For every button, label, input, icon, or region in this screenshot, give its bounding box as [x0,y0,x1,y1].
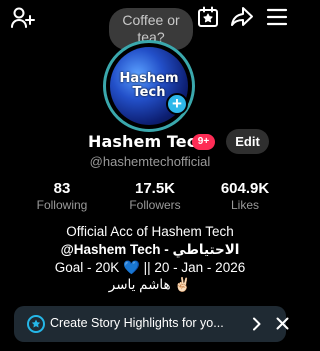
story-highlights-banner[interactable]: Create Story Highlights for yo... [14,306,289,342]
following-label: Following [36,198,88,212]
highlight-icon [27,315,45,333]
profile-handle: @hashemtechofficial [89,154,211,169]
followers-label: Followers [129,198,181,212]
menu-icon[interactable] [264,5,290,29]
share-icon[interactable] [229,5,255,29]
bio-line-1: Official Acc of Hashem Tech [66,224,234,239]
likes-count: 604.9K [220,180,270,197]
bio-goal-prefix: Goal - 20K [54,260,124,275]
add-avatar-plus-icon[interactable]: + [166,93,188,115]
bio-line-2: @Hashem Tech - الاحتياطي [60,242,240,257]
edit-profile-button[interactable]: Edit [226,129,269,154]
blue-heart-icon: 💙 [123,260,140,275]
stat-followers[interactable]: 17.5K Followers [115,180,195,213]
followers-count: 17.5K [134,180,176,197]
bio-line-4: هاشم ياسر ✌🏻 [108,277,192,292]
following-count: 83 [53,180,71,197]
stat-likes[interactable]: 604.9K Likes [205,180,285,213]
avatar-text-line2: Tech [132,85,166,100]
stat-following[interactable]: 83 Following [22,180,102,213]
likes-label: Likes [230,198,259,212]
profile-name: Hashem Tech [88,132,208,151]
close-icon[interactable] [276,317,289,330]
bio-line-3: Goal - 20K 💙 || 20 - Jan - 2026 [0,259,300,277]
profile-screen: Coffee or tea? Hashem Tech + Hashem Tech… [0,0,300,351]
avatar[interactable]: Hashem Tech [103,40,195,132]
calendar-star-icon[interactable] [195,5,221,29]
chevron-right-icon[interactable] [252,317,262,331]
avatar-text-line1: Hashem [119,71,179,86]
add-user-icon[interactable] [10,6,36,30]
banner-text: Create Story Highlights for yo... [50,316,224,330]
notification-badge[interactable]: 9+ [192,134,215,150]
bio-goal-date: || 20 - Jan - 2026 [139,260,246,275]
